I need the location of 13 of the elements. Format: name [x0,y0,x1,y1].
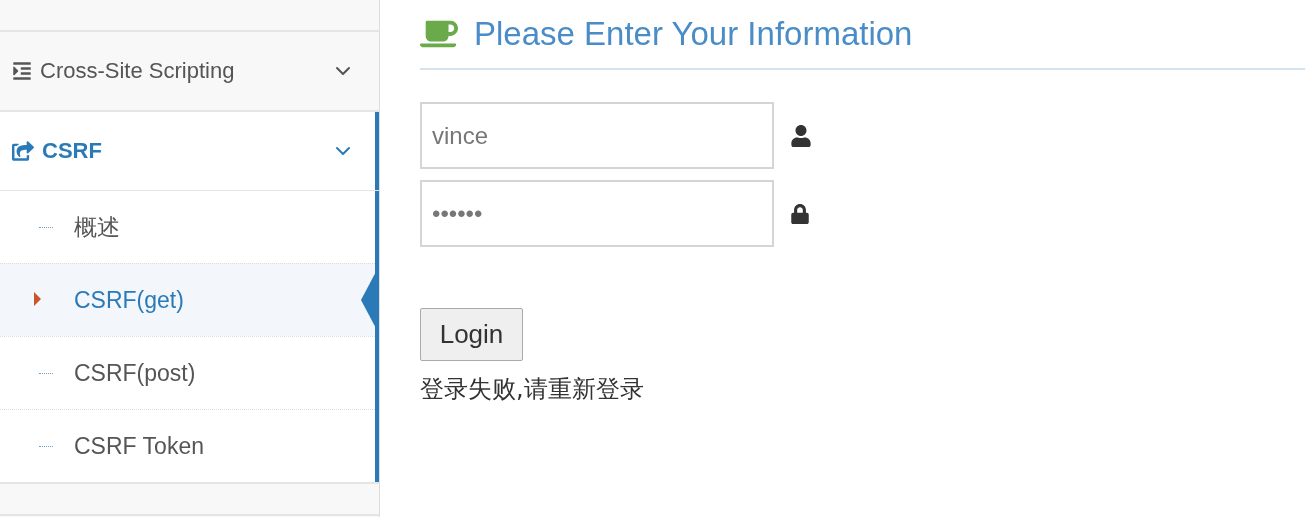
sidebar-item[interactable]: CSRF(post) [0,336,375,409]
share-icon [12,140,34,162]
form-title: Please Enter Your Information [474,15,913,53]
lock-icon [790,203,810,224]
user-icon [790,124,812,147]
error-message: 登录失败,请重新登录 [420,374,645,405]
indent-icon [12,61,32,81]
login-button[interactable]: Login [420,308,523,361]
sidebar-item[interactable]: CSRF Token [0,409,375,482]
input-field[interactable]: vince [420,102,774,169]
input-field[interactable]: •••••• [420,180,774,247]
sidebar-group[interactable]: Cross-Site Scripting [0,32,379,110]
sidebar-group[interactable]: CSRF [0,112,379,190]
